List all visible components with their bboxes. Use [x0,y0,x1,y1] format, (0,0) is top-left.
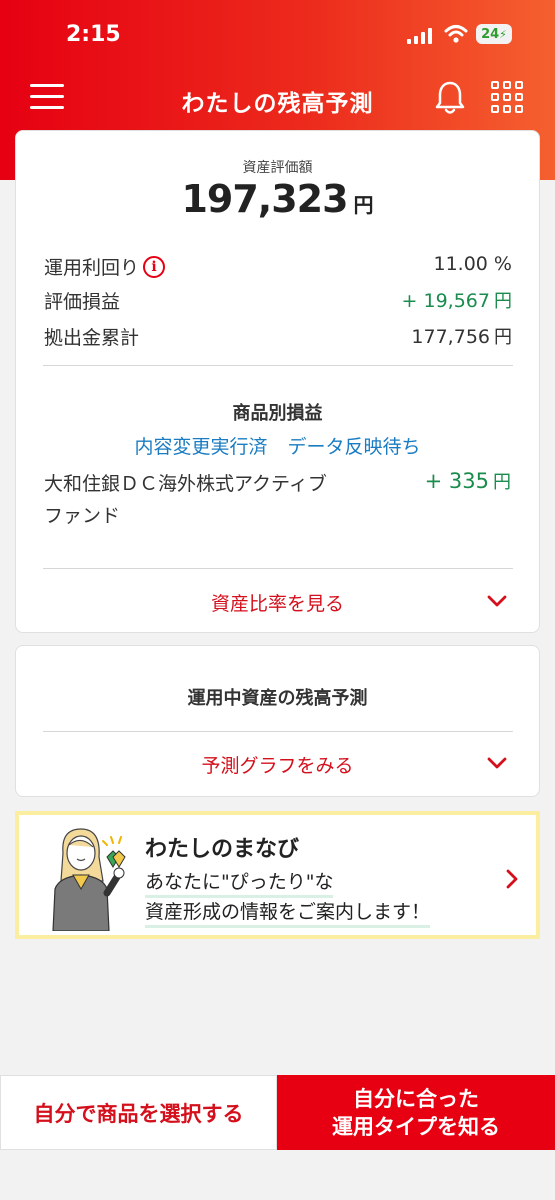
know-type-button[interactable]: 自分に合った 運用タイプを知る [277,1075,555,1150]
yield-label: 運用利回り [44,257,140,279]
asset-value: 197,323 円 [16,177,539,221]
asset-value-label: 資産評価額 [242,160,313,176]
asset-summary-card: 資産評価額 197,323 円 運用利回り i 11.00 % 評価損益 + 19,… [15,130,540,633]
app-grid-icon[interactable] [491,81,523,113]
pending-link[interactable]: データ反映待ち [288,436,421,458]
forecast-graph-toggle[interactable]: 予測グラフをみる [16,745,539,785]
forecast-card: 運用中資産の残高予測 予測グラフをみる [15,645,540,797]
fund-value: + 335 円 [425,468,511,494]
forecast-graph-label: 予測グラフをみる [201,755,354,777]
info-icon[interactable]: i [143,255,166,278]
banner-line-2: 資産形成の情報をご案内します！ [145,897,431,928]
contribution-row: 拠出金累計 177,756 円 [44,323,512,353]
chevron-down-icon [487,757,507,769]
chevron-down-icon [487,595,507,607]
app-bar: わたしの残高予測 [0,76,555,122]
banner-line-1: あなたに"ぴったり"な [145,867,334,898]
yield-value: 11.00 % [433,253,513,275]
know-type-label-2: 運用タイプを知る [332,1114,500,1139]
woman-illustration [52,828,126,931]
status-time: 2:15 [66,22,121,47]
profit-loss-unit: 円 [494,291,512,312]
page-title: わたしの残高予測 [181,91,374,117]
asset-value-unit: 円 [353,193,374,217]
banner-title: わたしのまなび [145,837,300,862]
chevron-right-icon [506,869,518,889]
fund-value-unit: 円 [493,472,511,493]
battery-icon: 24 ⚡ [476,24,512,44]
executed-link[interactable]: 内容変更実行済 [134,436,267,458]
know-type-label-1: 自分に合った [353,1086,479,1111]
yield-row: 運用利回り i 11.00 % [44,253,512,283]
select-product-label: 自分で商品を選択する [33,1101,244,1126]
cellular-signal-icon [407,28,432,44]
asset-ratio-label: 資産比率を見る [210,593,344,615]
fund-value-amount: + 335 [424,469,489,493]
select-product-button[interactable]: 自分で商品を選択する [0,1075,277,1150]
product-pl-title: 商品別損益 [232,403,323,424]
divider [43,365,513,366]
contribution-value: 177,756 [411,326,490,348]
profit-loss-value: + 19,567 [401,290,490,312]
contribution-label: 拠出金累計 [44,327,140,349]
footer-actions: 自分で商品を選択する 自分に合った 運用タイプを知る [0,1075,555,1150]
forecast-title: 運用中資産の残高予測 [187,688,368,709]
wifi-icon [444,25,468,43]
asset-ratio-toggle[interactable]: 資産比率を見る [16,583,539,623]
status-bar: 2:15 24 ⚡ [0,22,555,52]
status-links: 内容変更実行済 データ反映待ち [16,432,539,459]
profit-loss-row: 評価損益 + 19,567 円 [44,287,512,317]
profit-loss-label: 評価損益 [44,291,121,313]
fund-name: 大和住銀ＤＣ海外株式アクティブファンド [44,473,327,527]
divider [43,731,513,732]
battery-level: 24 [481,26,500,42]
bell-icon[interactable] [434,80,466,116]
divider [43,568,513,569]
learning-banner[interactable]: わたしのまなび あなたに"ぴったり"な 資産形成の情報をご案内します！ [15,811,540,939]
contribution-unit: 円 [494,327,512,348]
asset-value-amount: 197,323 [181,177,348,221]
